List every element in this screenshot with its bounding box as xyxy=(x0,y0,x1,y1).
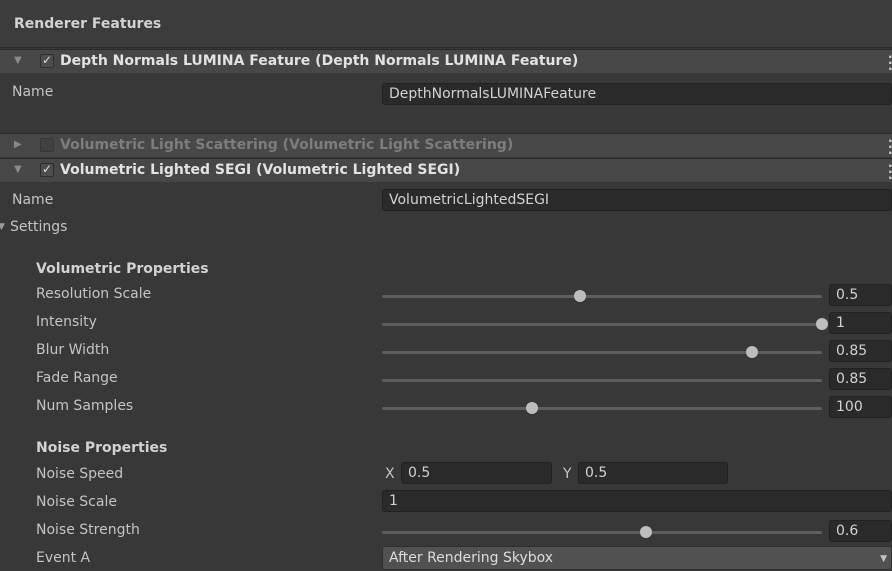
resolution-scale-label: Resolution Scale xyxy=(36,286,152,302)
slider-thumb[interactable] xyxy=(574,290,586,302)
noise-properties-header: Noise Properties xyxy=(36,440,168,456)
event-a-value: After Rendering Skybox xyxy=(389,550,554,566)
event-a-label: Event A xyxy=(36,550,91,566)
fade-range-field[interactable]: 0.85 xyxy=(829,368,892,390)
fade-range-slider[interactable] xyxy=(382,379,822,382)
slider-thumb[interactable] xyxy=(525,402,538,414)
chevron-down-icon: ▼ xyxy=(880,554,887,564)
section-title: Renderer Features xyxy=(14,16,162,32)
renderer-features-header: Renderer Features xyxy=(0,0,892,48)
feature-enabled-checkbox[interactable] xyxy=(40,138,54,152)
settings-foldout[interactable]: Settings xyxy=(10,219,67,235)
feature-enabled-checkbox[interactable]: ✓ xyxy=(40,53,54,68)
noise-speed-label: Noise Speed xyxy=(36,466,124,482)
feature-row-volumetric-lighted-segi[interactable]: ▼ ✓ Volumetric Lighted SEGI (Volumetric … xyxy=(0,158,892,184)
num-samples-label: Num Samples xyxy=(36,398,134,414)
blur-width-label: Blur Width xyxy=(36,342,110,358)
triangle-down-icon[interactable]: ▼ xyxy=(0,222,5,232)
kebab-menu-icon[interactable]: ··· xyxy=(888,160,892,184)
feature-row-depth-normals[interactable]: ▼ ✓ Depth Normals LUMINA Feature (Depth … xyxy=(0,49,892,75)
feature-title: Volumetric Lighted SEGI (Volumetric Ligh… xyxy=(60,162,461,178)
noise-speed-x-label: X xyxy=(385,466,395,482)
blur-width-slider[interactable] xyxy=(382,346,822,358)
event-a-dropdown[interactable]: After Rendering Skybox ▼ xyxy=(382,546,892,570)
check-icon: ✓ xyxy=(42,53,53,67)
intensity-field[interactable]: 1 xyxy=(829,312,892,334)
name-label: Name xyxy=(12,84,54,100)
feature-enabled-checkbox[interactable]: ✓ xyxy=(40,162,54,177)
resolution-scale-slider[interactable] xyxy=(382,290,822,302)
slider-thumb[interactable] xyxy=(745,346,758,358)
name-label: Name xyxy=(12,192,54,208)
slider-thumb[interactable] xyxy=(640,526,652,538)
num-samples-field[interactable]: 100 xyxy=(829,396,892,418)
fade-range-label: Fade Range xyxy=(36,370,118,386)
noise-strength-slider[interactable] xyxy=(382,526,822,538)
volumetric-properties-header: Volumetric Properties xyxy=(36,261,209,277)
noise-scale-field[interactable]: 1 xyxy=(382,490,892,512)
triangle-down-icon[interactable]: ▼ xyxy=(14,55,24,67)
num-samples-slider[interactable] xyxy=(382,402,822,414)
feature-title: Depth Normals LUMINA Feature (Depth Norm… xyxy=(60,53,579,69)
intensity-label: Intensity xyxy=(36,314,97,330)
feature-title: Volumetric Light Scattering (Volumetric … xyxy=(60,137,514,153)
triangle-down-icon[interactable]: ▼ xyxy=(14,164,24,176)
triangle-right-icon[interactable]: ▶ xyxy=(14,139,24,151)
blur-width-field[interactable]: 0.85 xyxy=(829,340,892,362)
noise-strength-field[interactable]: 0.6 xyxy=(829,520,892,542)
noise-speed-x-field[interactable]: 0.5 xyxy=(401,462,552,484)
noise-speed-y-field[interactable]: 0.5 xyxy=(578,462,728,484)
name-field[interactable]: DepthNormalsLUMINAFeature xyxy=(382,83,892,105)
name-field[interactable]: VolumetricLightedSEGI xyxy=(382,189,892,211)
check-icon: ✓ xyxy=(42,162,53,176)
resolution-scale-field[interactable]: 0.5 xyxy=(829,284,892,306)
noise-speed-y-label: Y xyxy=(563,466,572,482)
kebab-menu-icon[interactable]: ··· xyxy=(888,51,892,75)
noise-scale-label: Noise Scale xyxy=(36,494,117,510)
slider-thumb[interactable] xyxy=(816,318,828,330)
noise-strength-label: Noise Strength xyxy=(36,522,140,538)
kebab-menu-icon[interactable]: ··· xyxy=(888,135,892,159)
intensity-slider[interactable] xyxy=(382,318,828,330)
feature-row-volumetric-light-scattering[interactable]: ▶ Volumetric Light Scattering (Volumetri… xyxy=(0,133,892,159)
